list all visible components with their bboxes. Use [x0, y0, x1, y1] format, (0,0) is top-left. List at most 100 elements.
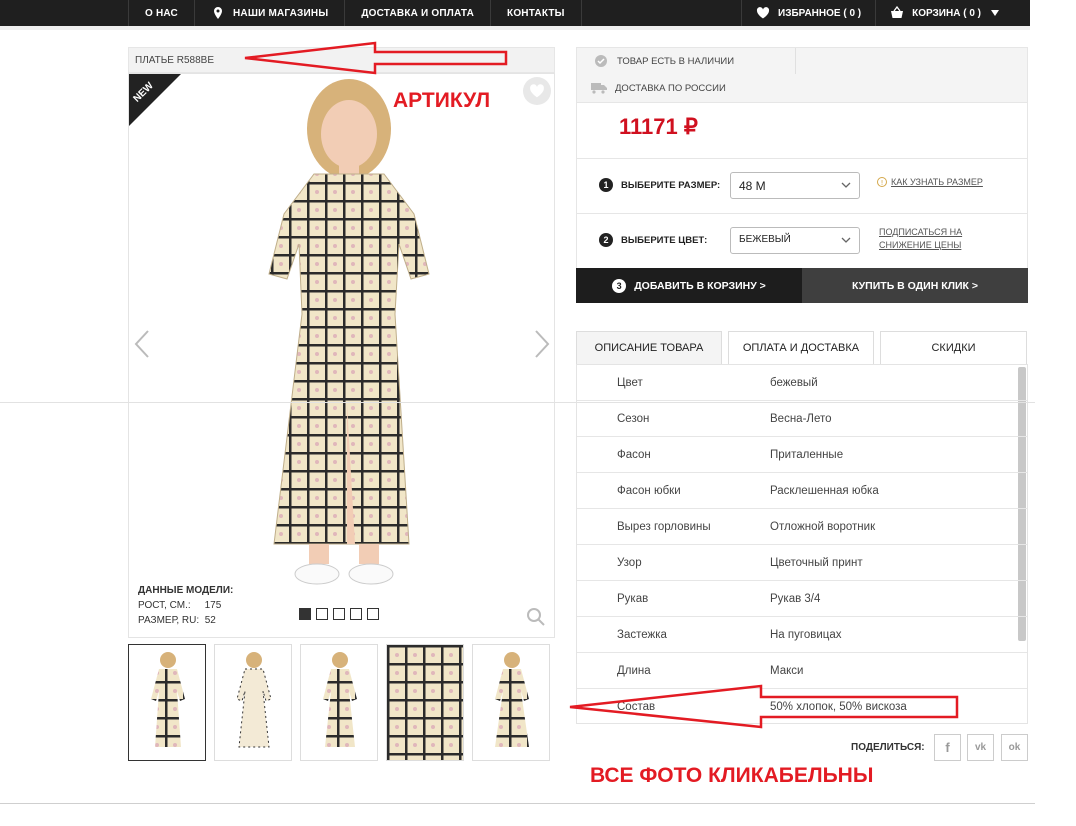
table-row: Рукав Рукав 3/4 [577, 581, 1027, 617]
price-panel: 11171 ₽ [576, 103, 1028, 159]
vk-icon[interactable]: vk [967, 734, 994, 761]
color-select[interactable]: БЕЖЕВЫЙ [730, 227, 860, 254]
table-row: Застежка На пуговицах [577, 617, 1027, 653]
share-label: ПОДЕЛИТЬСЯ: [851, 742, 925, 753]
thumbnail-strip [128, 644, 550, 761]
truck-icon [591, 83, 607, 94]
thumbnail[interactable] [472, 644, 550, 761]
availability-panel: ТОВАР ЕСТЬ В НАЛИЧИИ ДОСТАВКА ПО РОССИИ [576, 47, 1028, 103]
add-to-cart-button[interactable]: 3 ДОБАВИТЬ В КОРЗИНУ > [576, 268, 802, 303]
next-arrow-icon[interactable] [534, 329, 550, 359]
info-icon: ! [877, 177, 887, 187]
tab-payment-delivery[interactable]: ОПЛАТА И ДОСТАВКА [728, 331, 874, 365]
add-to-cart-label: ДОБАВИТЬ В КОРЗИНУ > [634, 279, 766, 292]
spec-key: Рукав [617, 592, 649, 605]
thumbnail[interactable] [128, 644, 206, 761]
thumbnail[interactable] [214, 644, 292, 761]
main-photo[interactable]: NEW ДАННЫЕ МОДЕЛИ: РОСТ, СМ.: 175 РАЗМЕР… [128, 73, 555, 638]
spec-key: Цвет [617, 376, 643, 389]
model-height: РОСТ, СМ.: 175 [138, 598, 233, 613]
annotation-article: АРТИКУЛ [393, 89, 491, 112]
thumbnail-image [323, 652, 357, 747]
price-drop-subscribe-link[interactable]: ПОДПИСАТЬСЯ НА СНИЖЕНИЕ ЦЕНЫ [879, 226, 962, 252]
spec-value: Рукав 3/4 [770, 592, 821, 605]
size-help-link[interactable]: ! КАК УЗНАТЬ РАЗМЕР [877, 177, 983, 187]
model-size-label: РАЗМЕР, RU: [138, 615, 200, 626]
slide-dot[interactable] [367, 608, 379, 620]
slide-dot[interactable] [350, 608, 362, 620]
nav-stores[interactable]: НАШИ МАГАЗИНЫ [195, 0, 346, 26]
price: 11171 ₽ [619, 114, 698, 139]
buy-one-click-label: КУПИТЬ В ОДИН КЛИК > [851, 279, 978, 292]
nav-cart[interactable]: КОРЗИНА ( 0 ) [875, 0, 1013, 26]
article-title: ПЛАТЬЕ R588BE [135, 55, 215, 66]
nav-shadow [0, 26, 1030, 30]
size-help-label: КАК УЗНАТЬ РАЗМЕР [891, 177, 983, 187]
color-label: ВЫБЕРИТЕ ЦВЕТ: [621, 234, 708, 246]
size-select-value: 48 M [739, 179, 766, 193]
spec-value: Цветочный принт [770, 556, 863, 569]
delivery-label: ДОСТАВКА ПО РОССИИ [615, 82, 726, 94]
annotation-arrow-photos [569, 684, 959, 729]
table-row: Фасон Приталенные [577, 437, 1027, 473]
color-step: 2 ВЫБЕРИТЕ ЦВЕТ: [599, 233, 707, 247]
specs-table: Цвет бежевый Сезон Весна-Лето Фасон Притале… [576, 364, 1028, 724]
nav-favorites[interactable]: ИЗБРАННОЕ ( 0 ) [741, 0, 875, 26]
divider [795, 48, 796, 74]
heart-icon [756, 7, 770, 19]
thumbnail-image [387, 645, 463, 760]
add-favorite-button[interactable] [523, 77, 551, 105]
spec-value: Весна-Лето [770, 412, 832, 425]
annotation-arrow-article [244, 41, 508, 75]
model-height-value: 175 [204, 600, 222, 611]
size-panel: 1 ВЫБЕРИТЕ РАЗМЕР: 48 M ! КАК УЗНАТЬ РАЗ… [576, 159, 1028, 214]
spec-key: Застежка [617, 628, 667, 641]
spec-key: Вырез горловины [617, 520, 711, 533]
table-row: Узор Цветочный принт [577, 545, 1027, 581]
nav-right: ИЗБРАННОЕ ( 0 ) КОРЗИНА ( 0 ) [741, 0, 1013, 26]
thumbnail-image [495, 652, 529, 747]
buy-one-click-button[interactable]: КУПИТЬ В ОДИН КЛИК > [802, 268, 1028, 303]
spec-value: На пуговицах [770, 628, 842, 641]
facebook-icon[interactable]: f [934, 734, 961, 761]
check-circle-icon [595, 55, 607, 67]
model-info-title: ДАННЫЕ МОДЕЛИ: [138, 585, 234, 596]
color-select-value: БЕЖЕВЫЙ [739, 234, 791, 245]
slide-dot[interactable] [316, 608, 328, 620]
chevron-down-icon [841, 237, 851, 243]
nav-about[interactable]: О НАС [128, 0, 195, 26]
chevron-down-icon [991, 10, 999, 16]
spec-key: Длина [617, 664, 651, 677]
thumbnail[interactable] [300, 644, 378, 761]
divider [0, 402, 1035, 403]
table-row: Фасон юбки Расклешенная юбка [577, 473, 1027, 509]
nav-delivery[interactable]: ДОСТАВКА И ОПЛАТА [345, 0, 492, 26]
slide-dot[interactable] [333, 608, 345, 620]
size-step: 1 ВЫБЕРИТЕ РАЗМЕР: [599, 178, 720, 192]
svg-text:!: ! [881, 179, 884, 187]
spec-value: бежевый [770, 376, 818, 389]
delivery-row: ДОСТАВКА ПО РОССИИ [591, 82, 726, 94]
zoom-icon[interactable] [526, 607, 546, 627]
thumbnail[interactable] [386, 644, 464, 761]
top-nav: О НАС НАШИ МАГАЗИНЫ ДОСТАВКА И ОПЛАТА КО… [0, 0, 1030, 26]
chevron-down-icon [841, 182, 851, 188]
slide-dot[interactable] [299, 608, 311, 620]
prev-arrow-icon[interactable] [134, 329, 150, 359]
annotation-photos: ВСЕ ФОТО КЛИКАБЕЛЬНЫ [590, 764, 874, 787]
model-info: ДАННЫЕ МОДЕЛИ: РОСТ, СМ.: 175 РАЗМЕР, RU… [138, 583, 233, 628]
spec-key: Сезон [617, 412, 650, 425]
spec-value: Макси [770, 664, 804, 677]
ok-icon[interactable]: ok [1001, 734, 1028, 761]
step-number: 3 [612, 278, 627, 293]
tab-discounts[interactable]: СКИДКИ [880, 331, 1027, 365]
spec-key: Фасон юбки [617, 484, 681, 497]
step-number: 2 [599, 233, 613, 247]
spec-value: Расклешенная юбка [770, 484, 879, 497]
table-row: Сезон Весна-Лето [577, 401, 1027, 437]
subscribe-line-1: ПОДПИСАТЬСЯ НА [879, 227, 963, 237]
map-pin-icon [213, 7, 222, 19]
size-select[interactable]: 48 M [730, 172, 860, 199]
nav-contacts[interactable]: КОНТАКТЫ [491, 0, 582, 26]
tab-description[interactable]: ОПИСАНИЕ ТОВАРА [576, 331, 722, 365]
